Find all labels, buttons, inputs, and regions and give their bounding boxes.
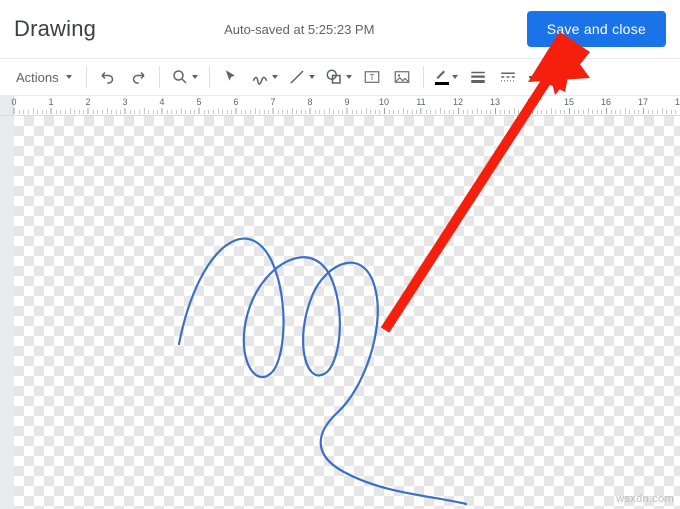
ruler-tick: 11 <box>416 96 425 114</box>
line-start-button[interactable] <box>525 64 551 90</box>
ruler-tick: 4 <box>159 96 164 114</box>
line-end-button[interactable] <box>555 64 581 90</box>
actions-menu[interactable]: Actions <box>8 64 78 90</box>
line-dash-button[interactable] <box>495 64 521 90</box>
redo-button[interactable] <box>125 64 151 90</box>
actions-label: Actions <box>16 70 59 85</box>
separator <box>86 66 87 88</box>
chevron-down-icon <box>452 75 458 79</box>
ruler-tick: 7 <box>270 96 275 114</box>
separator <box>423 66 424 88</box>
ruler-tick: 3 <box>122 96 127 114</box>
zoom-button[interactable] <box>168 64 201 90</box>
ruler-tick: 17 <box>638 96 648 114</box>
ruler-tick: 10 <box>379 96 389 114</box>
scribble-drawing <box>14 116 680 509</box>
header: Drawing Auto-saved at 5:25:23 PM Save an… <box>0 0 680 58</box>
ruler-tick: 13 <box>490 96 500 114</box>
scribble-icon <box>251 68 269 86</box>
ruler-tick: 8 <box>307 96 312 114</box>
chevron-down-icon <box>309 75 315 79</box>
chevron-down-icon <box>272 75 278 79</box>
ruler-tick: 2 <box>85 96 90 114</box>
textbox-icon: T <box>363 68 381 86</box>
ruler-tick: 15 <box>564 96 574 114</box>
line-icon <box>288 68 306 86</box>
drawing-canvas[interactable] <box>0 116 680 509</box>
ruler-tick: 6 <box>233 96 238 114</box>
undo-button[interactable] <box>95 64 121 90</box>
separator <box>159 66 160 88</box>
redo-icon <box>129 68 147 86</box>
ruler: 0123456789101112131415161718 <box>0 96 680 116</box>
chevron-down-icon <box>66 75 72 79</box>
line-dash-icon <box>499 68 517 86</box>
line-end-icon <box>559 76 577 78</box>
shape-icon <box>325 68 343 86</box>
save-and-close-button[interactable]: Save and close <box>527 11 666 47</box>
image-icon <box>393 68 411 86</box>
line-weight-icon <box>469 68 487 86</box>
scribble-tool[interactable] <box>248 64 281 90</box>
toolbar: Actions T <box>0 58 680 96</box>
chevron-down-icon <box>192 75 198 79</box>
line-tool[interactable] <box>285 64 318 90</box>
ruler-tick: 9 <box>344 96 349 114</box>
zoom-icon <box>171 68 189 86</box>
page-title: Drawing <box>14 16 96 42</box>
line-weight-button[interactable] <box>465 64 491 90</box>
shape-tool[interactable] <box>322 64 355 90</box>
svg-text:T: T <box>369 73 374 82</box>
select-icon <box>222 68 240 86</box>
undo-icon <box>99 68 117 86</box>
line-start-icon <box>529 76 547 78</box>
ruler-tick: 16 <box>601 96 611 114</box>
line-color-icon <box>435 69 449 85</box>
select-tool[interactable] <box>218 64 244 90</box>
chevron-down-icon <box>346 75 352 79</box>
line-color-button[interactable] <box>432 64 461 90</box>
watermark: wsxdn.com <box>616 493 674 505</box>
ruler-tick: 14 <box>527 96 537 114</box>
separator <box>209 66 210 88</box>
textbox-tool[interactable]: T <box>359 64 385 90</box>
ruler-tick: 1 <box>48 96 53 114</box>
ruler-tick: 18 <box>675 96 680 114</box>
ruler-tick: 5 <box>196 96 201 114</box>
ruler-tick: 0 <box>11 96 16 114</box>
autosave-status: Auto-saved at 5:25:23 PM <box>224 22 374 37</box>
image-tool[interactable] <box>389 64 415 90</box>
ruler-tick: 12 <box>453 96 463 114</box>
